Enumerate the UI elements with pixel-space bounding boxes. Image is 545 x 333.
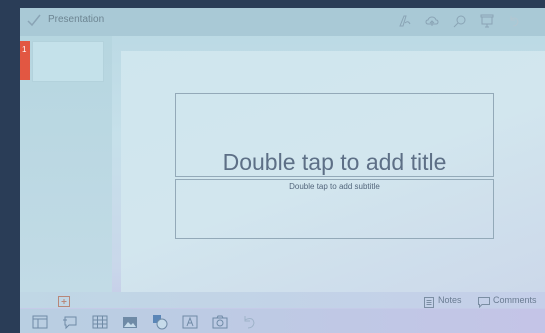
- presentation-icon[interactable]: [480, 14, 494, 28]
- shapes-icon[interactable]: [152, 314, 168, 330]
- cloud-upload-icon[interactable]: [425, 14, 439, 28]
- table-icon[interactable]: [92, 314, 108, 330]
- notes-button[interactable]: Notes: [438, 295, 462, 305]
- textbox-icon[interactable]: [182, 314, 198, 330]
- notes-icon[interactable]: [424, 295, 434, 308]
- slide-panel: 1: [20, 36, 112, 294]
- slide-number: 1: [22, 45, 27, 54]
- subtitle-placeholder-text: Double tap to add subtitle: [289, 182, 380, 191]
- check-icon[interactable]: [26, 12, 42, 28]
- image-icon[interactable]: [122, 314, 138, 330]
- comment-icon[interactable]: [478, 295, 490, 309]
- notes-bar: Notes Comments: [20, 292, 545, 309]
- slide-thumbnail[interactable]: [32, 41, 104, 82]
- pen-icon[interactable]: [398, 14, 412, 28]
- title-bar: Presentation: [20, 8, 545, 36]
- title-placeholder[interactable]: Double tap to add title: [175, 93, 494, 177]
- app-screen: Presentation 1 Double tap to add title D…: [20, 8, 545, 333]
- search-icon[interactable]: [453, 14, 467, 28]
- slide-canvas: Double tap to add title Double tap to ad…: [121, 51, 545, 296]
- undo-icon[interactable]: [507, 14, 521, 28]
- add-slide-button[interactable]: [58, 294, 70, 307]
- comment-add-icon[interactable]: [62, 314, 78, 330]
- subtitle-placeholder[interactable]: Double tap to add subtitle: [175, 179, 494, 239]
- undo-icon[interactable]: [241, 314, 257, 330]
- camera-icon[interactable]: [212, 314, 228, 330]
- slide-selection-marker: 1: [20, 41, 30, 80]
- layout-icon[interactable]: [32, 314, 48, 330]
- comments-button[interactable]: Comments: [493, 295, 537, 305]
- title-placeholder-text: Double tap to add title: [222, 149, 447, 175]
- insert-toolbar: [20, 309, 545, 333]
- app-title: Presentation: [48, 14, 105, 25]
